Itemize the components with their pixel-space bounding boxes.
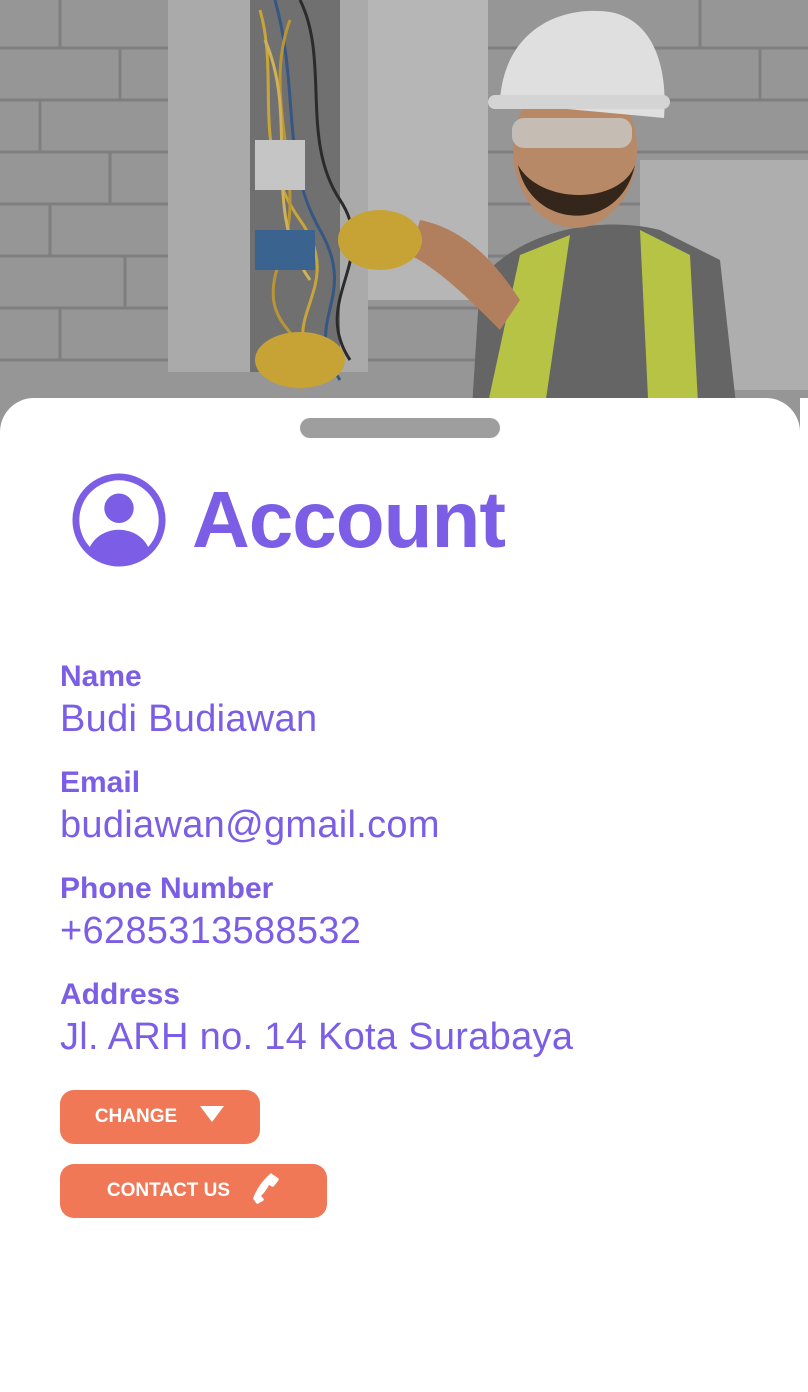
page-title: Account [192, 475, 506, 564]
address-field: Address Jl. ARH no. 14 Kota Surabaya [60, 978, 760, 1062]
contact-us-button[interactable]: CONTACT US [60, 1164, 327, 1218]
drag-handle[interactable] [300, 418, 500, 438]
name-value: Budi Budiawan [60, 698, 318, 740]
account-sheet: Account Name Budi Budiawan Email budiawa… [0, 398, 800, 1392]
email-field: Email budiawan@gmail.com [60, 766, 760, 850]
phone-label: Phone Number [60, 872, 274, 905]
electrician-photo [0, 0, 808, 440]
name-label: Name [60, 660, 142, 693]
address-label: Address [60, 978, 181, 1011]
account-circle-icon [72, 473, 166, 567]
email-value: budiawan@gmail.com [60, 804, 440, 846]
change-button-label: CHANGE [94, 1106, 178, 1127]
email-label: Email [60, 766, 141, 799]
profile-fields: Name Budi Budiawan Email budiawan@gmail.… [60, 660, 760, 1084]
address-value: Jl. ARH no. 14 Kota Surabaya [60, 1016, 574, 1058]
triangle-down-icon [199, 1105, 225, 1129]
hero-image [0, 0, 808, 440]
phone-value: +6285313588532 [60, 910, 362, 952]
account-header: Account [70, 470, 506, 570]
name-field: Name Budi Budiawan [60, 660, 760, 744]
sheet-edge [800, 398, 808, 1392]
phone-field: Phone Number +6285313588532 [60, 872, 760, 956]
change-button[interactable]: CHANGE [60, 1090, 260, 1144]
phone-icon [252, 1172, 280, 1210]
contact-us-button-label: CONTACT US [106, 1180, 231, 1201]
